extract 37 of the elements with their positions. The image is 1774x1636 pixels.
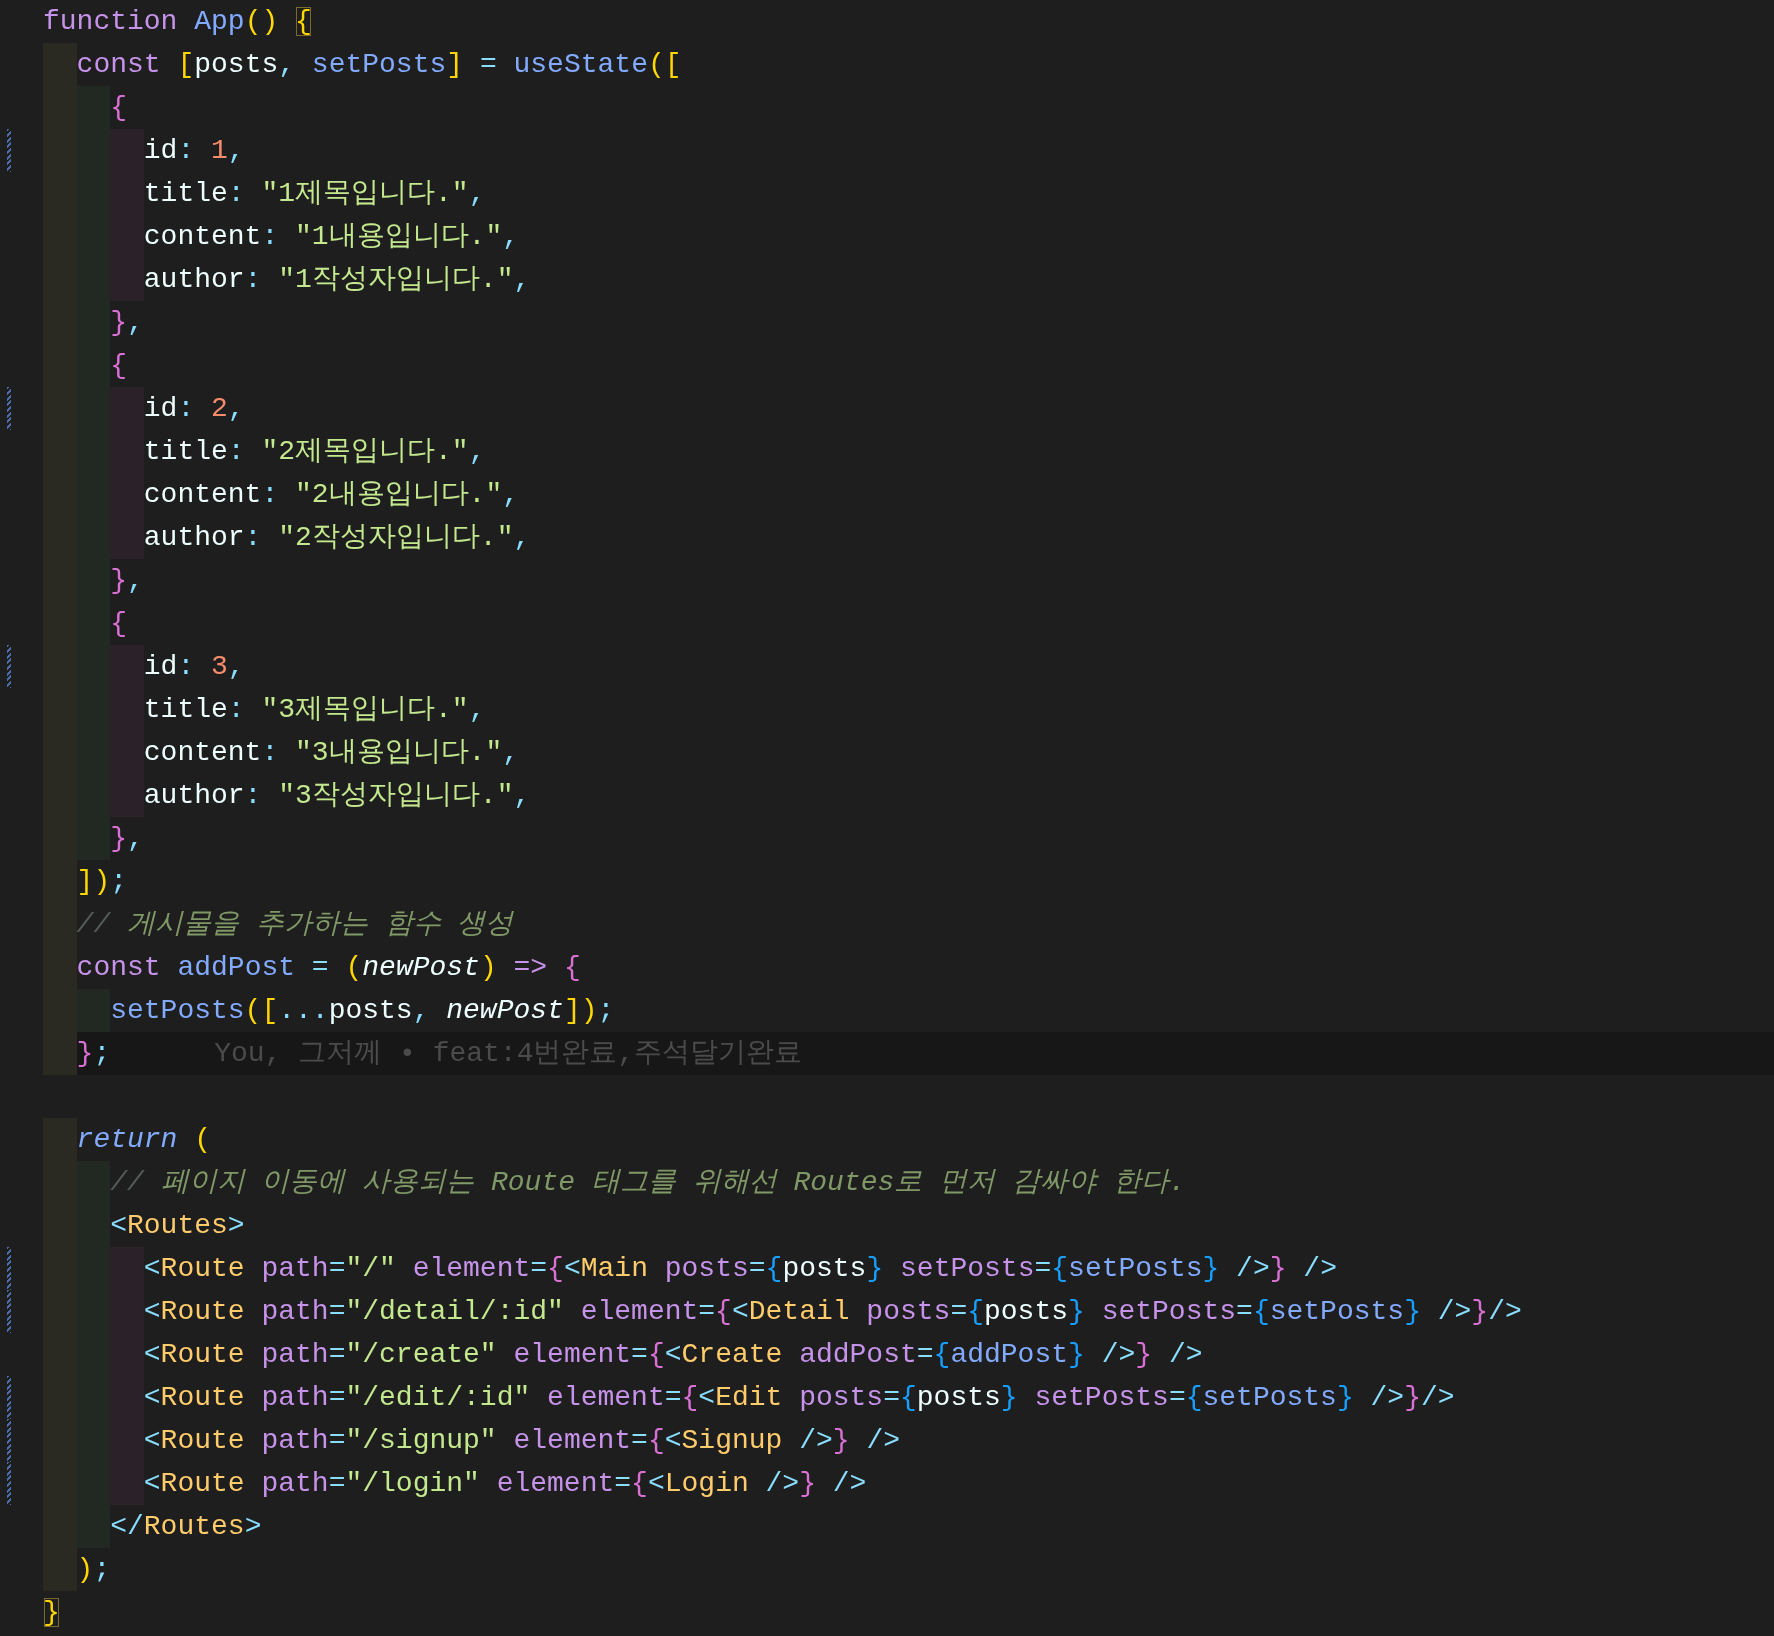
code-line: id: 3,: [143, 650, 245, 684]
code-line: <Route path="/edit/:id" element={<Edit posts={posts} setPosts={setPosts} />}/>: [143, 1381, 1455, 1415]
code-line: <Route path="/login" element={<Login />} />: [143, 1467, 867, 1501]
code-line: },: [110, 822, 144, 856]
code-line: author: "2작성자입니다.",: [143, 521, 531, 555]
code-line: author: "3작성자입니다.",: [143, 779, 531, 813]
code-line: return (: [76, 1123, 212, 1157]
code-line: {: [110, 349, 127, 383]
code-line: // 게시물을 추가하는 함수 생성: [76, 908, 514, 942]
code-line: }: [43, 1596, 60, 1630]
code-line: // 페이지 이동에 사용되는 Route 태그를 위해선 Routes로 먼저 감싸야 한다.: [110, 1166, 1186, 1200]
code-line: const addPost = (newPost) => {: [76, 951, 581, 985]
code-line: <Route path="/" element={<Main posts={posts} setPosts={setPosts} />} />: [143, 1252, 1337, 1286]
code-line: const [posts, setPosts] = useState([: [76, 48, 682, 82]
code-line: function App() {: [43, 5, 312, 39]
code-line: ]);: [76, 865, 127, 899]
code-line: <Routes>: [110, 1209, 245, 1243]
code-line: content: "1내용입니다.",: [143, 220, 520, 254]
code-line: title: "2제목입니다.",: [143, 435, 486, 469]
code-line: </Routes>: [110, 1510, 262, 1544]
code-line: {: [110, 91, 127, 125]
code-line: title: "1제목입니다.",: [143, 177, 486, 211]
code-line: id: 2,: [143, 392, 245, 426]
code-line: title: "3제목입니다.",: [143, 693, 486, 727]
code-line: <Route path="/create" element={<Create addPost={addPost} />} />: [143, 1338, 1203, 1372]
code-line: id: 1,: [143, 134, 245, 168]
code-line: {: [110, 607, 127, 641]
code-line: },: [110, 306, 144, 340]
code-line: <Route path="/detail/:id" element={<Detail posts={posts} setPosts={setPosts} />}/>: [143, 1295, 1522, 1329]
code-line: };: [76, 1037, 111, 1071]
code-line: },: [110, 564, 144, 598]
code-line: content: "2내용입니다.",: [143, 478, 520, 512]
code-line: content: "3내용입니다.",: [143, 736, 520, 770]
code-line: );: [76, 1553, 111, 1587]
code-line: <Route path="/signup" element={<Signup />} />: [143, 1424, 900, 1458]
code-line: setPosts([...posts, newPost]);: [110, 994, 615, 1028]
code-line: author: "1작성자입니다.",: [143, 263, 531, 297]
